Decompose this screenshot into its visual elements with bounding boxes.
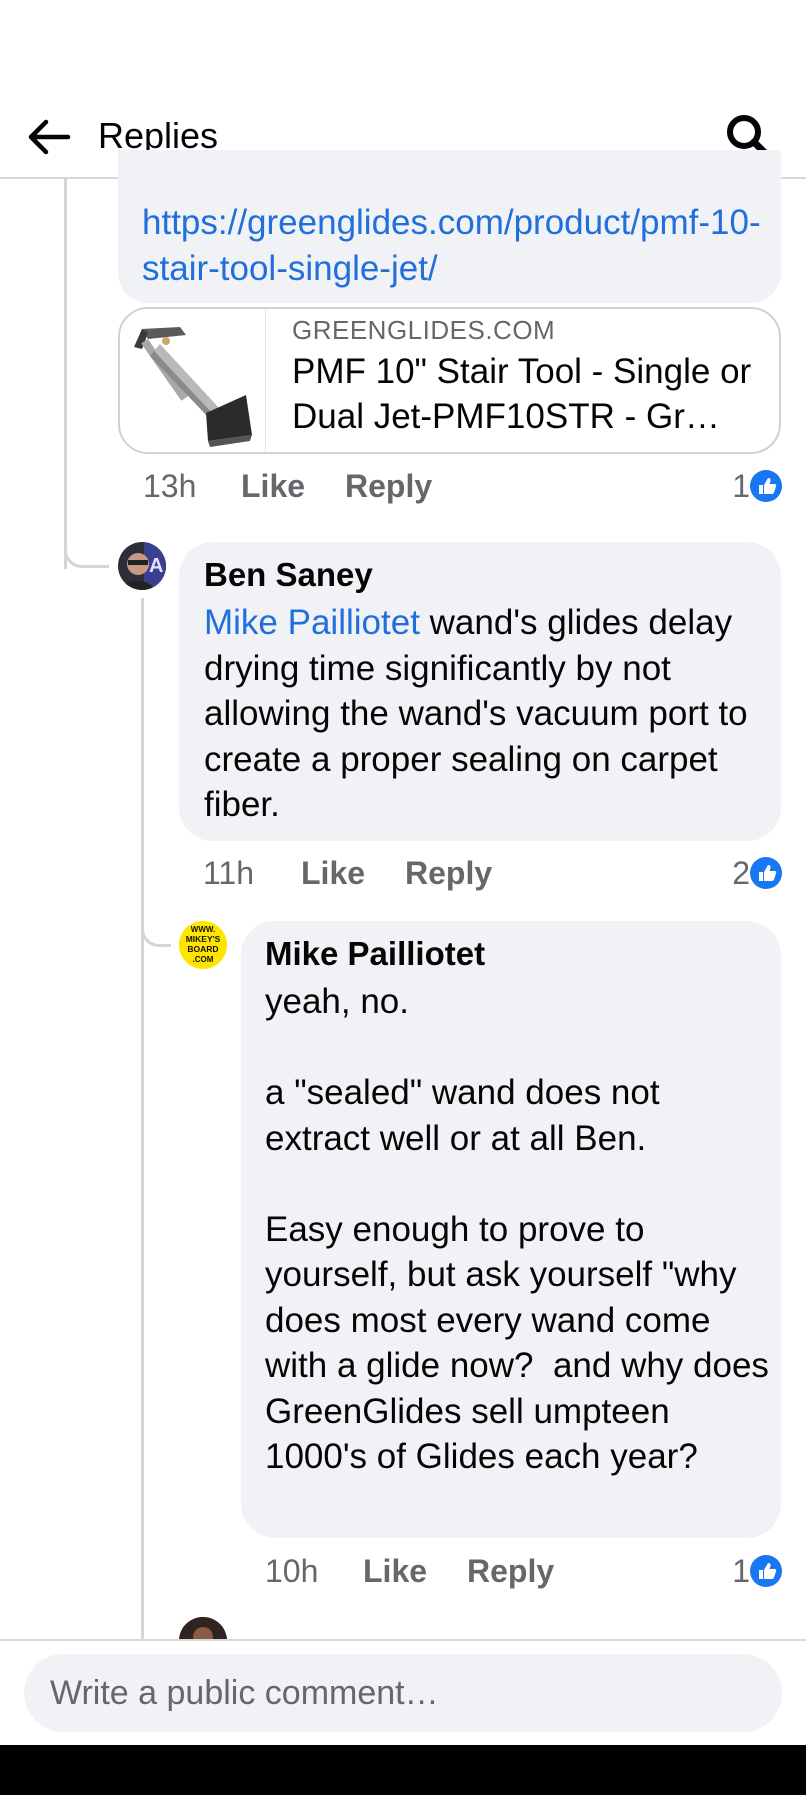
- svg-text:A: A: [149, 555, 163, 577]
- comment-composer: [0, 1639, 806, 1745]
- like-button[interactable]: Like: [241, 468, 305, 505]
- thread-line: [141, 598, 144, 1639]
- reply-button[interactable]: Reply: [405, 855, 492, 892]
- comment-input[interactable]: [24, 1654, 782, 1732]
- like-button[interactable]: Like: [363, 1553, 427, 1590]
- comment-actions: 10h Like Reply: [265, 1553, 735, 1593]
- comment-actions: 11h Like Reply: [203, 855, 743, 895]
- reply-button[interactable]: Reply: [467, 1553, 554, 1590]
- comment-actions: 13h Like Reply: [143, 468, 743, 508]
- arrow-left-icon: [28, 119, 71, 155]
- reaction-count: 2: [732, 855, 750, 891]
- comment-text: yeah, no. a "sealed" wand does not extra…: [265, 982, 769, 1476]
- thumbs-up-icon: [750, 857, 782, 889]
- comment-text: Mike Pailliotet wand's glides delay dryi…: [204, 600, 769, 828]
- svg-text:BOARD: BOARD: [187, 944, 218, 954]
- mention-link[interactable]: Mike Pailliotet: [204, 603, 420, 642]
- back-button[interactable]: [24, 112, 74, 162]
- thread-connector: [64, 540, 109, 568]
- mikeys-board-logo: WWW. MIKEY'S BOARD .COM: [179, 921, 227, 969]
- reaction-summary[interactable]: 1: [700, 1553, 782, 1589]
- thread-line: [64, 179, 67, 569]
- thread-connector: [141, 915, 171, 947]
- preview-thumbnail: [120, 309, 266, 452]
- comment-author[interactable]: Ben Saney: [204, 556, 373, 594]
- reaction-summary[interactable]: 2: [700, 855, 782, 891]
- avatar[interactable]: WWW. MIKEY'S BOARD .COM: [179, 921, 227, 969]
- reaction-count: 1: [732, 1553, 750, 1589]
- thumbs-up-icon: [750, 1555, 782, 1587]
- thumbs-up-icon: [750, 470, 782, 502]
- comment-timestamp: 10h: [265, 1553, 319, 1589]
- svg-text:MIKEY'S: MIKEY'S: [186, 934, 221, 944]
- avatar[interactable]: A: [118, 542, 166, 590]
- comment-link[interactable]: https://greenglides.com/product/pmf-10-s…: [142, 200, 761, 292]
- link-comment-bubble: https://greenglides.com/product/pmf-10-s…: [118, 150, 781, 303]
- preview-domain: GREENGLIDES.COM: [292, 315, 556, 345]
- svg-text:.COM: .COM: [193, 955, 214, 964]
- reply-button[interactable]: Reply: [345, 468, 432, 505]
- comment-timestamp: 11h: [203, 855, 255, 891]
- comment-author[interactable]: Mike Pailliotet: [265, 935, 485, 973]
- svg-text:WWW.: WWW.: [191, 925, 215, 934]
- comment-bubble: Ben Saney Mike Pailliotet wand's glides …: [179, 542, 781, 841]
- like-button[interactable]: Like: [301, 855, 365, 892]
- user-photo-icon: A: [118, 542, 166, 590]
- reaction-count: 1: [732, 468, 750, 504]
- link-preview-card[interactable]: GREENGLIDES.COM PMF 10" Stair Tool - Sin…: [118, 307, 781, 454]
- reaction-summary[interactable]: 1: [700, 468, 782, 504]
- comment-timestamp: 13h: [143, 468, 197, 504]
- system-nav-bar: [0, 1745, 806, 1795]
- preview-title: PMF 10" Stair Tool - Single or Dual Jet-…: [292, 352, 752, 436]
- stair-tool-image: [134, 327, 252, 447]
- comment-bubble: Mike Pailliotet yeah, no. a "sealed" wan…: [241, 921, 781, 1538]
